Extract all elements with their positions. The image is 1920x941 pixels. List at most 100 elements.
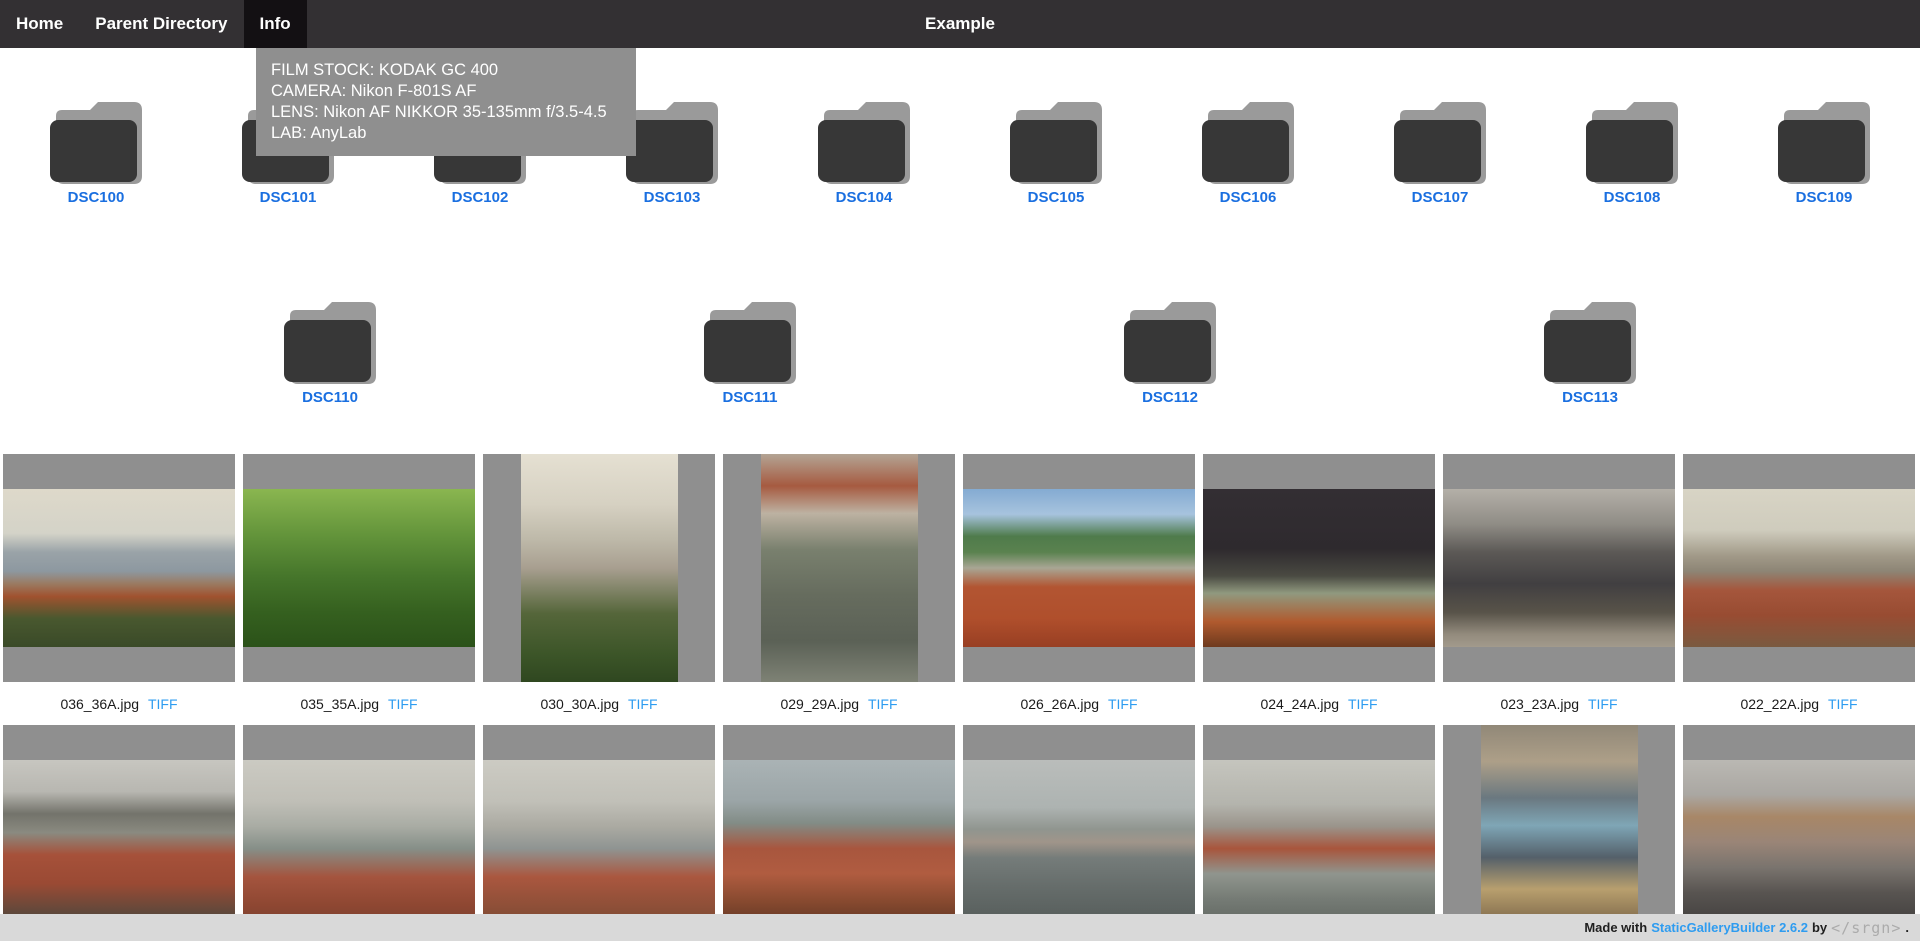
folder-item[interactable]: DSC100 — [0, 100, 192, 207]
thumb-photo[interactable] — [243, 760, 475, 918]
folder-icon[interactable] — [818, 100, 910, 184]
thumb-label: 026_26A.jpg TIFF — [963, 696, 1195, 712]
folder-item[interactable]: DSC110 — [120, 300, 540, 407]
thumb-photo[interactable] — [963, 760, 1195, 918]
thumb-row-2 — [0, 725, 1920, 941]
folder-link[interactable]: DSC112 — [1142, 389, 1198, 407]
thumb-photo[interactable] — [1683, 760, 1915, 918]
thumb-cell[interactable] — [1443, 725, 1675, 941]
thumb-photo[interactable] — [723, 760, 955, 918]
filename-text: 024_24A.jpg — [1260, 696, 1339, 712]
thumb-photo[interactable] — [1481, 725, 1638, 941]
info-tooltip: FILM STOCK: KODAK GC 400 CAMERA: Nikon F… — [256, 48, 636, 156]
nav-home-link[interactable]: Home — [0, 0, 79, 48]
thumb-photo[interactable] — [483, 760, 715, 918]
folder-item[interactable]: DSC109 — [1728, 100, 1920, 207]
folder-icon[interactable] — [704, 300, 796, 384]
folder-item[interactable]: DSC113 — [1380, 300, 1800, 407]
thumb-photo[interactable] — [3, 489, 235, 647]
folder-item[interactable]: DSC107 — [1344, 100, 1536, 207]
footer-made-with-text: Made with — [1584, 920, 1647, 935]
folder-link[interactable]: DSC101 — [260, 189, 317, 207]
folder-icon[interactable] — [626, 100, 718, 184]
folder-link[interactable]: DSC104 — [836, 189, 893, 207]
thumb-cell[interactable] — [723, 725, 955, 941]
folder-item[interactable]: DSC111 — [540, 300, 960, 407]
thumb-photo[interactable] — [1203, 489, 1435, 647]
thumb-cell[interactable] — [1683, 454, 1915, 682]
nav-parent-directory-link[interactable]: Parent Directory — [79, 0, 243, 48]
footer-period: . — [1905, 920, 1909, 935]
tiff-link[interactable]: TIFF — [1348, 696, 1378, 712]
thumb-cell[interactable] — [723, 454, 955, 682]
thumb-label: 035_35A.jpg TIFF — [243, 696, 475, 712]
thumb-cell[interactable] — [243, 454, 475, 682]
thumb-photo[interactable] — [761, 454, 918, 682]
thumb-photo[interactable] — [963, 489, 1195, 647]
tiff-link[interactable]: TIFF — [1108, 696, 1138, 712]
thumb-label: 029_29A.jpg TIFF — [723, 696, 955, 712]
footer-builder-link[interactable]: StaticGalleryBuilder 2.6.2 — [1651, 920, 1808, 935]
thumb-photo[interactable] — [1683, 489, 1915, 647]
folder-link[interactable]: DSC107 — [1412, 189, 1469, 207]
thumb-label-row: 036_36A.jpg TIFF 035_35A.jpg TIFF 030_30… — [0, 682, 1920, 725]
folder-icon[interactable] — [1394, 100, 1486, 184]
folder-link[interactable]: DSC110 — [302, 389, 358, 407]
folder-icon[interactable] — [1124, 300, 1216, 384]
thumb-cell[interactable] — [483, 454, 715, 682]
folder-link[interactable]: DSC106 — [1220, 189, 1277, 207]
thumb-label: 022_22A.jpg TIFF — [1683, 696, 1915, 712]
tiff-link[interactable]: TIFF — [1828, 696, 1858, 712]
folder-icon[interactable] — [1778, 100, 1870, 184]
folder-item[interactable]: DSC106 — [1152, 100, 1344, 207]
folder-item[interactable]: DSC104 — [768, 100, 960, 207]
folder-link[interactable]: DSC113 — [1562, 389, 1618, 407]
folder-link[interactable]: DSC109 — [1796, 189, 1853, 207]
folder-icon[interactable] — [1544, 300, 1636, 384]
top-nav: Home Parent Directory Info Example — [0, 0, 1920, 48]
thumb-photo[interactable] — [243, 489, 475, 647]
thumbnail-grid: 036_36A.jpg TIFF 035_35A.jpg TIFF 030_30… — [0, 454, 1920, 941]
folder-link[interactable]: DSC108 — [1604, 189, 1661, 207]
tiff-link[interactable]: TIFF — [388, 696, 418, 712]
tiff-link[interactable]: TIFF — [868, 696, 898, 712]
thumb-label: 036_36A.jpg TIFF — [3, 696, 235, 712]
folder-icon[interactable] — [284, 300, 376, 384]
folder-link[interactable]: DSC111 — [722, 389, 777, 407]
thumb-photo[interactable] — [521, 454, 678, 682]
nav-info-tab[interactable]: Info — [244, 0, 307, 48]
thumb-cell[interactable] — [483, 725, 715, 941]
thumb-photo[interactable] — [1443, 489, 1675, 647]
folder-item[interactable]: DSC108 — [1536, 100, 1728, 207]
thumb-photo[interactable] — [3, 760, 235, 918]
folder-icon[interactable] — [1586, 100, 1678, 184]
folder-link[interactable]: DSC103 — [644, 189, 701, 207]
folder-link[interactable]: DSC102 — [452, 189, 509, 207]
tooltip-line: LAB: AnyLab — [271, 123, 621, 144]
thumb-cell[interactable] — [963, 725, 1195, 941]
tiff-link[interactable]: TIFF — [1588, 696, 1618, 712]
thumb-cell[interactable] — [963, 454, 1195, 682]
folder-item[interactable]: DSC112 — [960, 300, 1380, 407]
thumb-cell[interactable] — [1203, 725, 1435, 941]
thumb-cell[interactable] — [1443, 454, 1675, 682]
filename-text: 030_30A.jpg — [540, 696, 619, 712]
thumb-photo[interactable] — [1203, 760, 1435, 918]
thumb-cell[interactable] — [243, 725, 475, 941]
thumb-cell[interactable] — [1203, 454, 1435, 682]
tiff-link[interactable]: TIFF — [628, 696, 658, 712]
tooltip-line: FILM STOCK: KODAK GC 400 — [271, 60, 621, 81]
thumb-cell[interactable] — [3, 725, 235, 941]
footer-srgn-logo[interactable]: </srgn> — [1831, 919, 1901, 937]
folder-icon[interactable] — [1010, 100, 1102, 184]
folder-item[interactable]: DSC105 — [960, 100, 1152, 207]
folder-link[interactable]: DSC105 — [1028, 189, 1085, 207]
folder-icon[interactable] — [50, 100, 142, 184]
filename-text: 029_29A.jpg — [780, 696, 859, 712]
folder-icon[interactable] — [1202, 100, 1294, 184]
tiff-link[interactable]: TIFF — [148, 696, 178, 712]
thumb-cell[interactable] — [1683, 725, 1915, 941]
folder-link[interactable]: DSC100 — [68, 189, 125, 207]
thumb-cell[interactable] — [3, 454, 235, 682]
filename-text: 022_22A.jpg — [1740, 696, 1819, 712]
